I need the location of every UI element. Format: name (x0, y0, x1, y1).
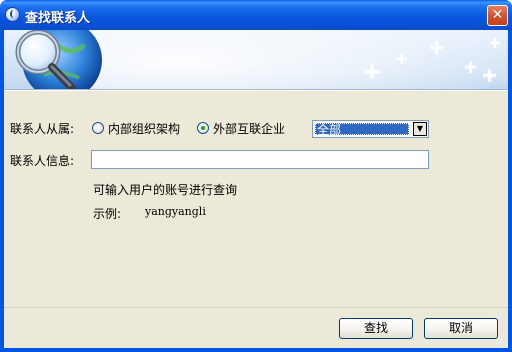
enterprise-select-value: 全部 (315, 123, 409, 136)
radio-internal-button[interactable] (92, 122, 104, 134)
search-contact-dialog: 查找联系人 ✕ ✚ ✚ ✚ ✚ ✚ ✚ 联系人从属: 内部组织架构 外部互联企业… (0, 0, 512, 352)
decorative-plus-icon: ✚ (364, 60, 381, 84)
decorative-plus-icon: ✚ (429, 38, 445, 59)
radio-external-button[interactable] (197, 122, 209, 134)
decorative-plus-icon: ✚ (396, 52, 408, 68)
info-label: 联系人信息: (10, 154, 75, 168)
enterprise-select[interactable]: 全部 ▼ (312, 120, 429, 138)
window-title: 查找联系人 (25, 11, 91, 26)
dropdown-arrow-icon[interactable]: ▼ (413, 122, 427, 136)
example-label: 示例: (93, 207, 122, 221)
dialog-footer: 查找 取消 (4, 307, 508, 348)
banner-highlight-divider (4, 90, 508, 91)
dialog-body: ✚ ✚ ✚ ✚ ✚ ✚ 联系人从属: 内部组织架构 外部互联企业 全部 ▼ 联系… (4, 30, 508, 348)
app-icon (5, 7, 20, 22)
decorative-plus-icon: ✚ (489, 36, 501, 52)
hint-text: 可输入用户的账号进行查询 (93, 183, 238, 197)
close-button[interactable]: ✕ (487, 5, 508, 26)
decorative-plus-icon: ✚ (482, 66, 498, 87)
radio-external-label[interactable]: 外部互联企业 (213, 120, 285, 137)
header-banner: ✚ ✚ ✚ ✚ ✚ ✚ (4, 30, 508, 90)
magnifier-globe-icon (15, 30, 102, 90)
example-value: yangyangli (145, 205, 206, 218)
close-icon: ✕ (491, 7, 504, 23)
decorative-plus-icon: ✚ (464, 58, 478, 77)
contact-info-input[interactable] (91, 150, 429, 169)
search-button[interactable]: 查找 (339, 318, 413, 339)
radio-internal-label[interactable]: 内部组织架构 (108, 120, 180, 137)
cancel-button[interactable]: 取消 (424, 318, 498, 339)
title-bar[interactable]: 查找联系人 ✕ (0, 0, 512, 30)
affiliation-label: 联系人从属: (10, 122, 75, 136)
